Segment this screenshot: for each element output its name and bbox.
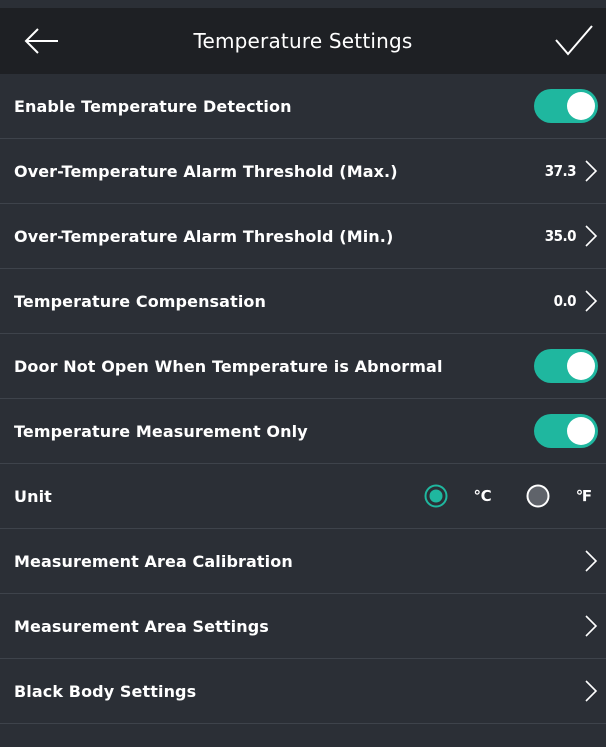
setting-alarm-threshold-max[interactable]: Over-Temperature Alarm Threshold (Max.) … xyxy=(0,139,606,204)
setting-alarm-threshold-min[interactable]: Over-Temperature Alarm Threshold (Min.) … xyxy=(0,204,606,269)
setting-label: Door Not Open When Temperature is Abnorm… xyxy=(14,356,443,376)
setting-label: Temperature Measurement Only xyxy=(14,421,308,441)
checkmark-icon[interactable] xyxy=(552,22,596,60)
radio-unselected-icon[interactable] xyxy=(526,484,550,508)
top-bar: Temperature Settings xyxy=(0,8,606,74)
door-not-open-toggle[interactable] xyxy=(534,349,598,383)
alarm-threshold-max-value: 37.3 xyxy=(544,162,577,180)
toggle-knob xyxy=(567,92,595,120)
setting-unit: Unit ℃ ℉ xyxy=(0,464,606,529)
chevron-right-icon xyxy=(585,160,598,182)
setting-label: Enable Temperature Detection xyxy=(14,96,292,116)
setting-label: Over-Temperature Alarm Threshold (Max.) xyxy=(14,161,398,181)
settings-list: Enable Temperature Detection Over-Temper… xyxy=(0,74,606,724)
chevron-right-icon xyxy=(585,225,598,247)
setting-label: Temperature Compensation xyxy=(14,291,266,311)
unit-celsius-label[interactable]: ℃ xyxy=(474,487,492,505)
temperature-compensation-value: 0.0 xyxy=(553,292,577,310)
chevron-right-icon xyxy=(585,290,598,312)
setting-black-body-settings[interactable]: Black Body Settings xyxy=(0,659,606,724)
setting-label: Over-Temperature Alarm Threshold (Min.) xyxy=(14,226,394,246)
temperature-measurement-only-toggle[interactable] xyxy=(534,414,598,448)
chevron-right-icon xyxy=(585,615,598,637)
setting-measurement-area-settings[interactable]: Measurement Area Settings xyxy=(0,594,606,659)
setting-temperature-measurement-only[interactable]: Temperature Measurement Only xyxy=(0,399,606,464)
unit-fahrenheit-label[interactable]: ℉ xyxy=(576,487,592,505)
radio-selected-icon[interactable] xyxy=(424,484,448,508)
setting-label: Measurement Area Calibration xyxy=(14,551,293,571)
setting-label: Black Body Settings xyxy=(14,681,197,701)
toggle-knob xyxy=(567,352,595,380)
chevron-right-icon xyxy=(585,550,598,572)
unit-radio-group: ℃ ℉ xyxy=(424,484,598,508)
setting-label: Unit xyxy=(14,486,52,506)
arrow-left-icon[interactable] xyxy=(22,24,62,58)
setting-label: Measurement Area Settings xyxy=(14,616,269,636)
temperature-settings-screen: Temperature Settings Enable Temperature … xyxy=(0,0,606,747)
setting-door-not-open-abnormal[interactable]: Door Not Open When Temperature is Abnorm… xyxy=(0,334,606,399)
setting-measurement-area-calibration[interactable]: Measurement Area Calibration xyxy=(0,529,606,594)
page-title: Temperature Settings xyxy=(193,29,413,53)
alarm-threshold-min-value: 35.0 xyxy=(544,227,577,245)
chevron-right-icon xyxy=(585,680,598,702)
setting-enable-temperature-detection[interactable]: Enable Temperature Detection xyxy=(0,74,606,139)
toggle-knob xyxy=(567,417,595,445)
setting-temperature-compensation[interactable]: Temperature Compensation 0.0 xyxy=(0,269,606,334)
enable-temperature-detection-toggle[interactable] xyxy=(534,89,598,123)
